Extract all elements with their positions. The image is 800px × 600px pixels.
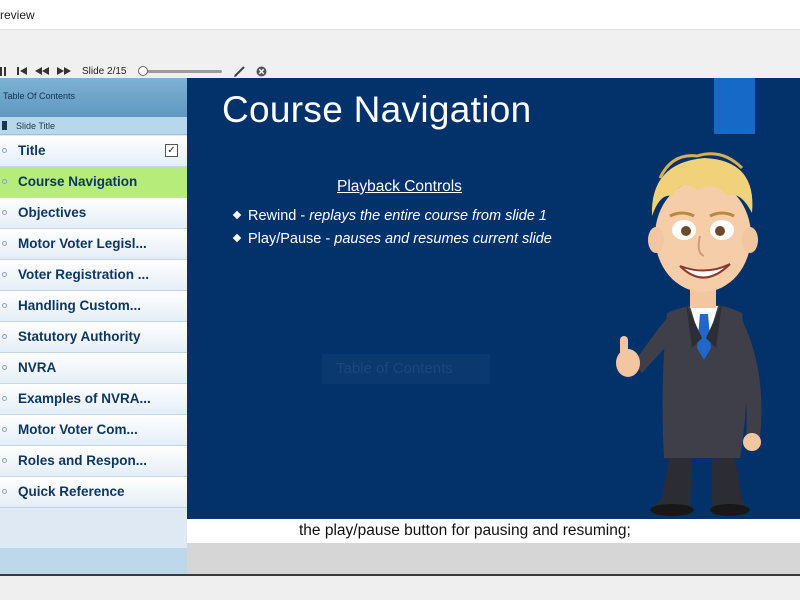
bullet-icon (2, 365, 7, 370)
status-bar (0, 576, 800, 600)
toc-item-course-navigation[interactable]: Course Navigation (0, 167, 187, 198)
bullet-play-pause: Play/Pause - pauses and resumes current … (232, 231, 552, 247)
slide-counter: Slide 2/15 (82, 66, 127, 77)
toc-item-roles-and-responsibilities[interactable]: Roles and Respon... (0, 446, 187, 477)
window-titlebar: review (0, 0, 800, 30)
toc-item-label: Course Navigation (18, 174, 138, 189)
bullet-icon (2, 458, 7, 463)
bullet-term: Rewind (248, 208, 297, 224)
toc-item-label: Objectives (18, 205, 87, 220)
bullet-icon (2, 489, 7, 494)
skip-to-start-icon[interactable] (16, 64, 27, 78)
caption-text: the play/pause button for pausing and re… (299, 522, 631, 539)
toc-item-label: Quick Reference (18, 484, 125, 499)
closed-caption-bar: the play/pause button for pausing and re… (187, 519, 800, 543)
sidebar-footer (0, 548, 187, 574)
toc-item-label: Motor Voter Legisl... (18, 236, 147, 251)
slide-title: Course Navigation (222, 89, 532, 130)
diamond-bullet-icon (232, 233, 242, 243)
toc-item-label: Voter Registration ... (18, 267, 150, 282)
toc-item-label: Handling Custom... (18, 298, 141, 313)
toc-item-label: Motor Voter Com... (18, 422, 138, 437)
toc-item-motor-voter-compliance[interactable]: Motor Voter Com... (0, 415, 187, 446)
toc-item-examples-of-nvra[interactable]: Examples of NVRA... (0, 384, 187, 415)
player-footer (187, 543, 800, 574)
toc-item-motor-voter-legislation[interactable]: Motor Voter Legisl... (0, 229, 187, 260)
toc-item-label: Examples of NVRA... (18, 391, 151, 406)
toc-item-label: Roles and Respon... (18, 453, 148, 468)
toc-item-statutory-authority[interactable]: Statutory Authority (0, 322, 187, 353)
table-of-contents-panel: Table Of Contents Slide Title Title ✓ Co… (0, 78, 187, 574)
toc-column-label: Slide Title (16, 121, 56, 131)
playback-toolbar: Slide 2/15 (0, 30, 800, 78)
bullet-icon (2, 241, 7, 246)
bookmark-icon (2, 121, 7, 130)
pause-icon[interactable] (0, 64, 6, 78)
toc-item-objectives[interactable]: Objectives (0, 198, 187, 229)
rewind-icon[interactable] (35, 64, 49, 78)
progress-slider-knob[interactable] (138, 66, 148, 76)
toc-column-header: Slide Title (0, 117, 187, 135)
bullet-icon (2, 210, 7, 215)
toc-item-voter-registration[interactable]: Voter Registration ... (0, 260, 187, 291)
toc-item-label: NVRA (18, 360, 57, 375)
window-title: review (0, 8, 35, 22)
progress-slider[interactable] (142, 70, 222, 73)
fast-forward-icon[interactable] (57, 64, 71, 78)
toc-item-quick-reference[interactable]: Quick Reference (0, 477, 187, 508)
slide-subheading: Playback Controls (337, 178, 462, 195)
bullet-separator: - (321, 231, 335, 247)
toc-header-label: Table Of Contents (3, 91, 76, 101)
checkmark-icon: ✓ (165, 144, 178, 157)
bullet-separator: - (296, 208, 310, 224)
accent-tab (714, 78, 755, 134)
bullet-icon (2, 334, 7, 339)
toc-header: Table Of Contents (0, 78, 187, 117)
bullet-description: pauses and resumes current slide (334, 231, 552, 247)
pen-icon[interactable] (233, 64, 245, 78)
bullet-icon (2, 396, 7, 401)
bullet-icon (2, 148, 7, 153)
toc-item-nvra[interactable]: NVRA (0, 353, 187, 384)
bullet-rewind: Rewind - replays the entire course from … (232, 208, 547, 224)
bullet-term: Play/Pause (248, 231, 322, 247)
diamond-bullet-icon (232, 210, 242, 220)
bullet-icon (2, 179, 7, 184)
bullet-icon (2, 272, 7, 277)
presenter-character-illustration (616, 152, 762, 516)
toc-item-handling-customers[interactable]: Handling Custom... (0, 291, 187, 322)
slide-canvas: Course Navigation Playback Controls Rewi… (187, 78, 800, 519)
toc-item-title[interactable]: Title ✓ (0, 136, 187, 167)
close-icon[interactable] (255, 64, 267, 78)
bullet-icon (2, 303, 7, 308)
toc-item-label: Statutory Authority (18, 329, 141, 344)
bullet-description: replays the entire course from slide 1 (309, 208, 547, 224)
ghost-overlay: Table of Contents (322, 354, 490, 384)
toc-item-label: Title (18, 143, 46, 158)
bullet-icon (2, 427, 7, 432)
